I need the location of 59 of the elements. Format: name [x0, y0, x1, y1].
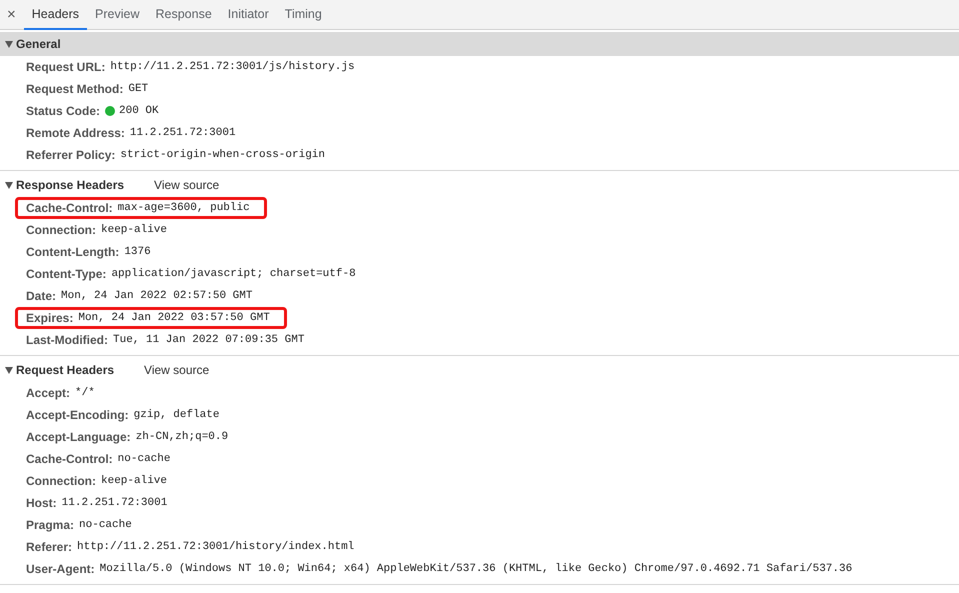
header-value: http://11.2.251.72:3001/js/history.js — [110, 60, 355, 75]
header-name: Date: — [26, 288, 56, 305]
tab[interactable]: Preview — [87, 0, 148, 30]
header-name: Connection: — [26, 222, 96, 239]
header-value: 1376 — [124, 244, 151, 260]
header-value: 11.2.251.72:3001 — [62, 496, 168, 511]
section-header[interactable]: Request Headers View source — [0, 358, 959, 382]
header-value: http://11.2.251.72:3001/history/index.html — [77, 540, 354, 555]
header-name: Content-Length: — [26, 244, 120, 261]
header-name: Referer: — [26, 539, 72, 556]
header-value: 11.2.251.72:3001 — [130, 126, 236, 141]
section-title: Response Headers — [16, 177, 124, 194]
header-name: Expires: — [26, 310, 74, 327]
tab[interactable]: Response — [147, 0, 220, 30]
section-title: General — [16, 36, 61, 53]
header-value: zh-CN,zh;q=0.9 — [136, 430, 228, 445]
tab[interactable]: Timing — [276, 0, 330, 30]
header-name: Accept-Language: — [26, 429, 131, 446]
header-name: Content-Type: — [26, 266, 106, 283]
expanded-triangle-icon[interactable] — [5, 40, 13, 48]
header-name: Request Method: — [26, 81, 124, 98]
expanded-triangle-icon[interactable] — [5, 366, 13, 374]
header-value: keep-alive — [101, 222, 168, 238]
header-value: Mozilla/5.0 (Windows NT 10.0; Win64; x64) AppleWebKit/537.36 (KHTML, like Gecko) Chrome/97.0.4692.71 Safari/537.36 — [100, 562, 852, 577]
header-value: 200 OK — [119, 104, 159, 119]
view-source-link[interactable]: View source — [144, 361, 210, 379]
header-value: keep-alive — [101, 474, 168, 489]
header-name: Cache-Control: — [26, 200, 113, 217]
header-name: Cache-Control: — [26, 451, 113, 468]
header-value: Tue, 11 Jan 2022 07:09:35 GMT — [113, 332, 304, 348]
header-name: Accept-Encoding: — [26, 407, 129, 424]
header-name: Accept: — [26, 385, 70, 402]
header-value: Mon, 24 Jan 2022 03:57:50 GMT — [78, 310, 270, 326]
view-source-link[interactable]: View source — [154, 176, 220, 194]
header-value: strict-origin-when-cross-origin — [120, 148, 326, 163]
header-value: gzip, deflate — [134, 408, 220, 423]
header-name: Status Code: — [26, 103, 100, 120]
tab[interactable]: Initiator — [220, 0, 277, 30]
header-name: Remote Address: — [26, 125, 125, 142]
header-value: */* — [75, 386, 95, 401]
expanded-triangle-icon[interactable] — [5, 182, 13, 188]
section-header[interactable]: General — [0, 32, 959, 56]
header-value: application/javascript; charset=utf-8 — [111, 266, 356, 282]
header-name: Last-Modified: — [26, 332, 108, 349]
header-name: Connection: — [26, 473, 96, 490]
header-name: Request URL: — [26, 59, 106, 76]
section-header[interactable]: Response Headers View source — [0, 173, 959, 197]
header-value: GET — [128, 82, 148, 97]
header-name: Pragma: — [26, 517, 74, 534]
tab[interactable]: Headers — [24, 0, 88, 30]
header-value: no-cache — [79, 518, 132, 533]
header-name: User-Agent: — [26, 561, 95, 578]
header-value: max-age=3600, public — [118, 200, 250, 216]
header-value: no-cache — [118, 452, 170, 467]
close-button[interactable]: × — [0, 0, 24, 29]
section-title: Request Headers — [16, 362, 114, 379]
header-name: Referrer Policy: — [26, 147, 116, 164]
header-name: Host: — [26, 495, 57, 512]
header-value: Mon, 24 Jan 2022 02:57:50 GMT — [61, 288, 252, 304]
